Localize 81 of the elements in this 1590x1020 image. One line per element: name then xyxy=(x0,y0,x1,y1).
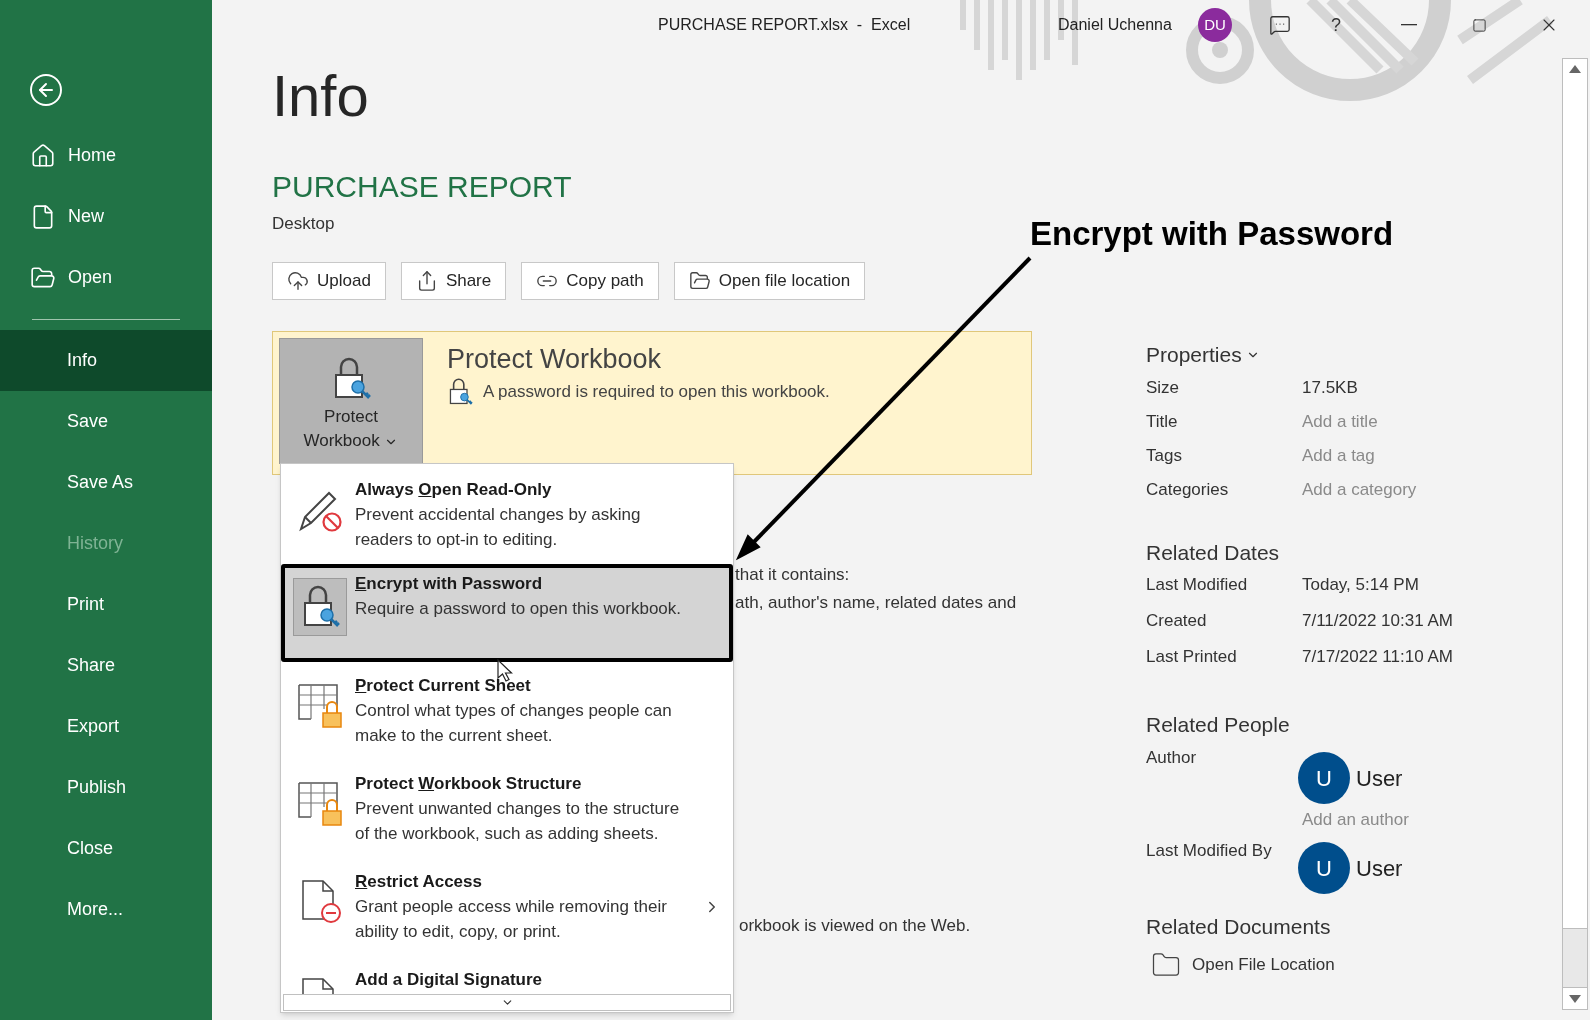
menu-item[interactable]: Restrict Access Grant people access while removing their ability to edit, copy, or print. xyxy=(281,858,733,956)
menu-item-title: Protect Workbook Structure xyxy=(355,773,583,795)
date-label: Created xyxy=(1146,610,1208,633)
user-name: Daniel Uchenna xyxy=(1058,15,1173,35)
panel-title: Protect Workbook xyxy=(447,343,662,376)
home-icon xyxy=(30,142,56,169)
date-value: 7/17/2022 11:10 AM xyxy=(1302,646,1453,669)
date-value: 7/11/2022 10:31 AM xyxy=(1302,610,1453,633)
action-button[interactable]: Share xyxy=(400,262,507,300)
sidebar-item[interactable]: Home xyxy=(0,125,212,186)
sidebar-item[interactable]: New xyxy=(0,186,212,247)
sidebar-item[interactable]: Publish xyxy=(0,757,212,818)
scrollbar[interactable] xyxy=(1562,58,1588,1010)
file-location: Desktop xyxy=(272,213,335,235)
menu-item-title: Restrict Access xyxy=(355,871,483,893)
menu-item-description: Require a password to open this workbook. xyxy=(355,598,682,620)
description-line: orkbook is viewed on the Web. xyxy=(739,915,971,937)
menu-item[interactable]: Protect Workbook Structure Prevent unwanted changes to the structure of the workbook, such as adding sheets. xyxy=(281,760,733,858)
action-button[interactable]: Copy path xyxy=(521,262,659,300)
menu-item[interactable]: Always Open Read-Only Prevent accidental changes by asking readers to opt-in to editing. xyxy=(281,466,733,564)
property-label: Tags xyxy=(1146,445,1183,468)
page-heading: Info xyxy=(272,64,369,128)
feedback-icon xyxy=(1269,14,1291,36)
date-label: Last Modified xyxy=(1146,574,1249,597)
action-button[interactable]: Open file location xyxy=(673,262,866,300)
menu-item-title: Protect Current Sheet xyxy=(355,675,532,697)
sheet-lock-icon xyxy=(297,781,343,827)
panel-status: A password is required to open this workbook. xyxy=(483,381,830,404)
action-button[interactable]: Upload xyxy=(272,262,386,300)
section-heading: Related Documents xyxy=(1146,914,1331,940)
help-button[interactable]: ? xyxy=(1316,5,1356,45)
property-value: 17.5KB xyxy=(1302,377,1358,400)
section-heading: Related Dates xyxy=(1146,540,1280,566)
property-label: Title xyxy=(1146,411,1179,434)
menu-item[interactable]: Encrypt with Password Require a password to open this workbook. xyxy=(281,564,733,662)
lock-key-icon xyxy=(447,378,473,406)
menu-item[interactable]: Protect Current Sheet Control what types of changes people can make to the current sheet. xyxy=(281,662,733,760)
folder-icon xyxy=(688,270,711,292)
person-name[interactable]: User xyxy=(1356,761,1403,795)
sidebar-item[interactable]: Share xyxy=(0,635,212,696)
sidebar-item[interactable]: Save xyxy=(0,391,212,452)
property-label: Categories xyxy=(1146,479,1230,502)
people-label: Last Modified By xyxy=(1146,840,1273,862)
sidebar-item[interactable]: Print xyxy=(0,574,212,635)
protect-workbook-button[interactable]: Protect Workbook xyxy=(279,338,423,464)
related-document-link[interactable]: Open File Location xyxy=(1146,950,1335,980)
avatar: U xyxy=(1298,752,1350,804)
description-line: ath, author's name, related dates and xyxy=(735,592,1017,614)
user-avatar[interactable]: DU xyxy=(1198,8,1232,42)
person-name[interactable]: User xyxy=(1356,851,1403,885)
menu-item[interactable]: Add a Digital Signature xyxy=(281,956,733,994)
sidebar-item[interactable]: Save As xyxy=(0,452,212,513)
menu-item-description: Prevent unwanted changes to the structure of the workbook, such as adding sheets. xyxy=(355,798,681,845)
scroll-up-icon[interactable] xyxy=(1569,65,1581,73)
menu-item-description: Control what types of changes people can make to the current sheet. xyxy=(355,700,673,747)
annotation-label: Encrypt with Password xyxy=(1030,214,1394,254)
people-label: Author xyxy=(1146,747,1198,769)
menu-item-description: Grant people access while removing their ability to edit, copy, or print. xyxy=(355,896,668,943)
avatar: U xyxy=(1298,842,1350,894)
scroll-down-icon[interactable] xyxy=(1569,994,1581,1003)
cloud-upload-icon xyxy=(287,270,309,292)
menu-item-title: Add a Digital Signature xyxy=(355,969,544,991)
description-line: that it contains: xyxy=(735,564,850,586)
date-label: Last Printed xyxy=(1146,646,1238,669)
window-title: PURCHASE REPORT.xlsx - Excel xyxy=(658,15,912,35)
menu-item-description: Prevent accidental changes by asking readers to opt-in to editing. xyxy=(355,504,642,551)
sidebar-item[interactable]: Info xyxy=(0,330,212,391)
file-name: PURCHASE REPORT xyxy=(272,170,572,204)
menu-item-title: Encrypt with Password xyxy=(355,573,544,595)
sidebar-item[interactable]: Export xyxy=(0,696,212,757)
minimize-icon xyxy=(1401,24,1417,26)
sidebar-item[interactable]: Close xyxy=(0,818,212,879)
sidebar-item[interactable]: Open xyxy=(0,247,212,308)
section-heading: Properties xyxy=(1146,342,1242,369)
maximize-icon xyxy=(1471,17,1487,33)
menu-item-title: Always Open Read-Only xyxy=(355,479,553,501)
sidebar-item[interactable]: More... xyxy=(0,879,212,940)
date-value: Today, 5:14 PM xyxy=(1302,574,1419,597)
sheet-lock-icon xyxy=(297,683,343,729)
section-heading: Related People xyxy=(1146,712,1290,738)
property-label: Size xyxy=(1146,377,1181,400)
